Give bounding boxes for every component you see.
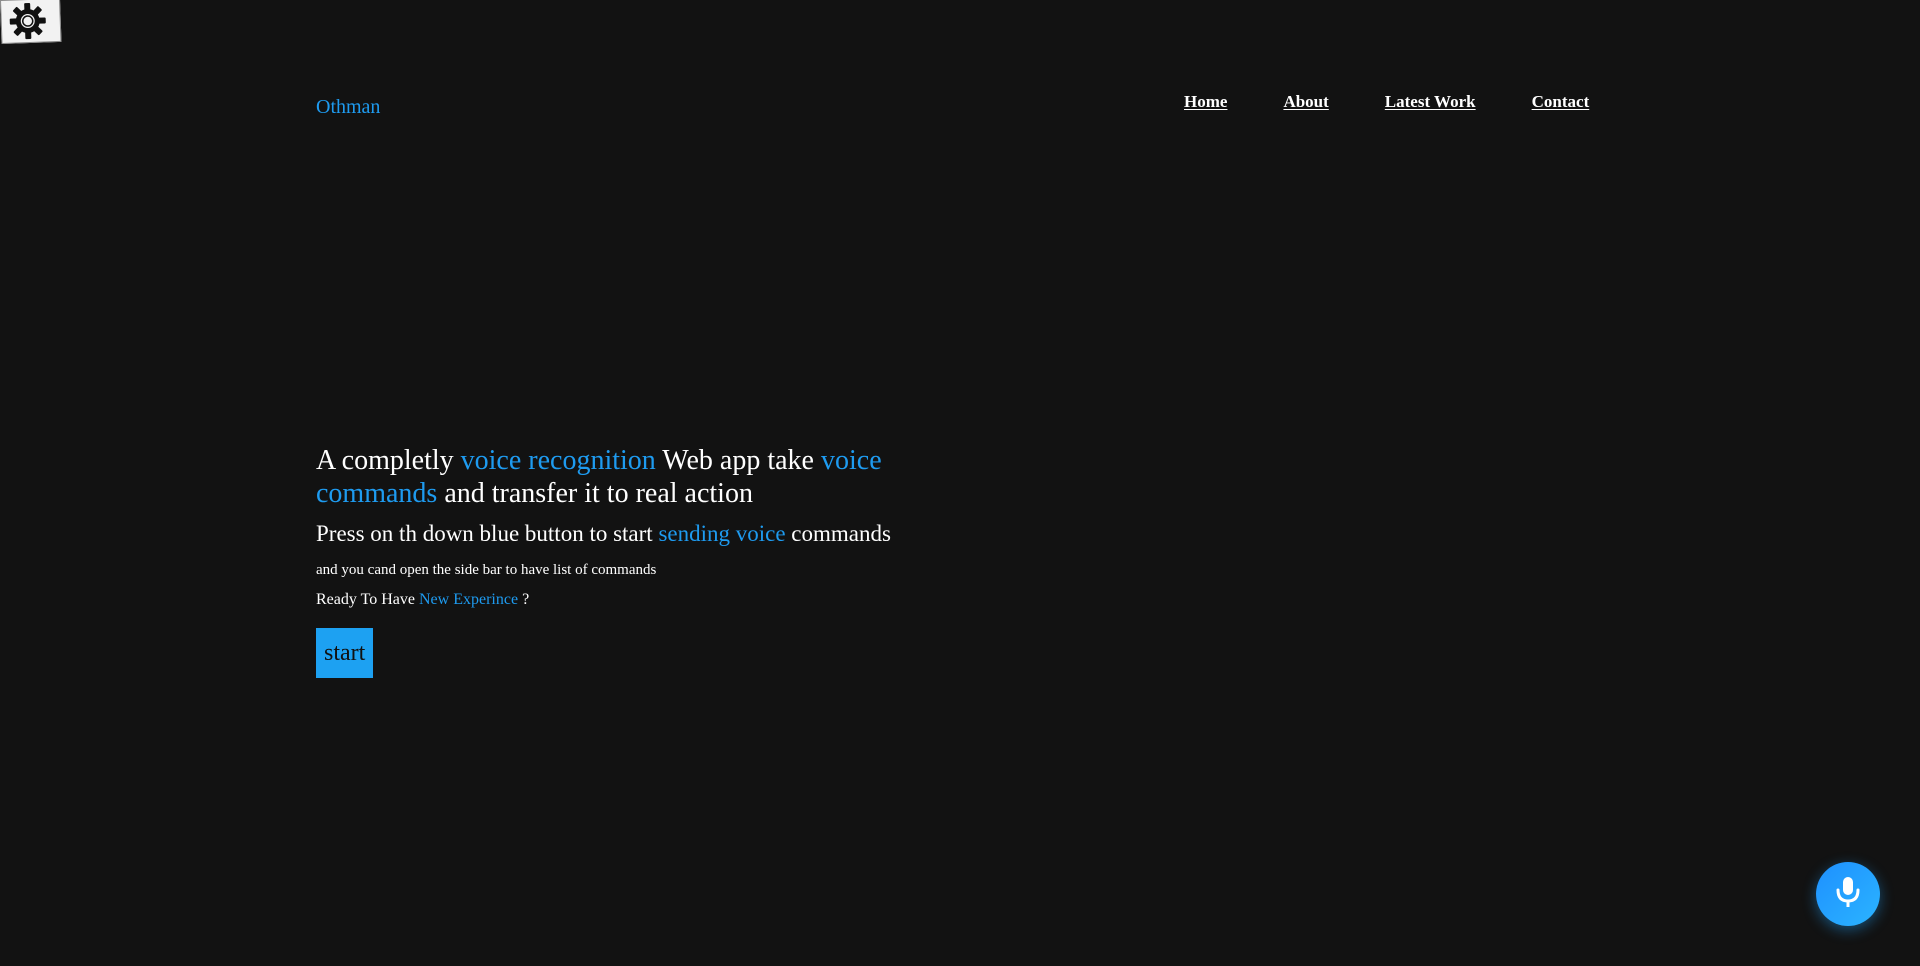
hero-headline: A completly voice recognition Web app ta… — [316, 444, 956, 510]
nav-contact[interactable]: Contact — [1532, 92, 1590, 112]
ready-accent: New Experince — [419, 591, 519, 608]
subhead-text-2: commands — [785, 521, 891, 546]
hero-subhead: Press on th down blue button to start se… — [316, 520, 956, 548]
nav-latest-work[interactable]: Latest Work — [1385, 92, 1476, 112]
headline-text-2: Web app take — [655, 445, 821, 476]
main-nav: Home About Latest Work Contact — [1184, 92, 1589, 112]
hero-section: A completly voice recognition Web app ta… — [316, 444, 956, 678]
sidebar-hint: and you cand open the side bar to have l… — [316, 562, 657, 578]
microphone-icon — [1833, 875, 1863, 914]
headline-text-3: and transfer it to real action — [437, 478, 753, 509]
settings-button[interactable] — [0, 0, 62, 44]
ready-text: Ready To Have New Experince ? — [316, 591, 956, 609]
headline-accent-1: voice recognition — [460, 445, 656, 476]
headline-text-1: A completly — [316, 445, 461, 476]
nav-about[interactable]: About — [1283, 92, 1328, 112]
brand-logo[interactable]: Othman — [316, 96, 380, 119]
subhead-accent: sending voice — [658, 521, 786, 546]
nav-home[interactable]: Home — [1184, 92, 1227, 112]
subhead-text-1: Press on th down blue button to start — [316, 521, 659, 546]
ready-text-2: ? — [518, 591, 530, 608]
ready-text-1: Ready To Have — [316, 591, 419, 608]
start-button[interactable]: start — [316, 628, 374, 678]
microphone-button[interactable] — [1816, 862, 1880, 926]
gear-icon — [7, 0, 48, 41]
